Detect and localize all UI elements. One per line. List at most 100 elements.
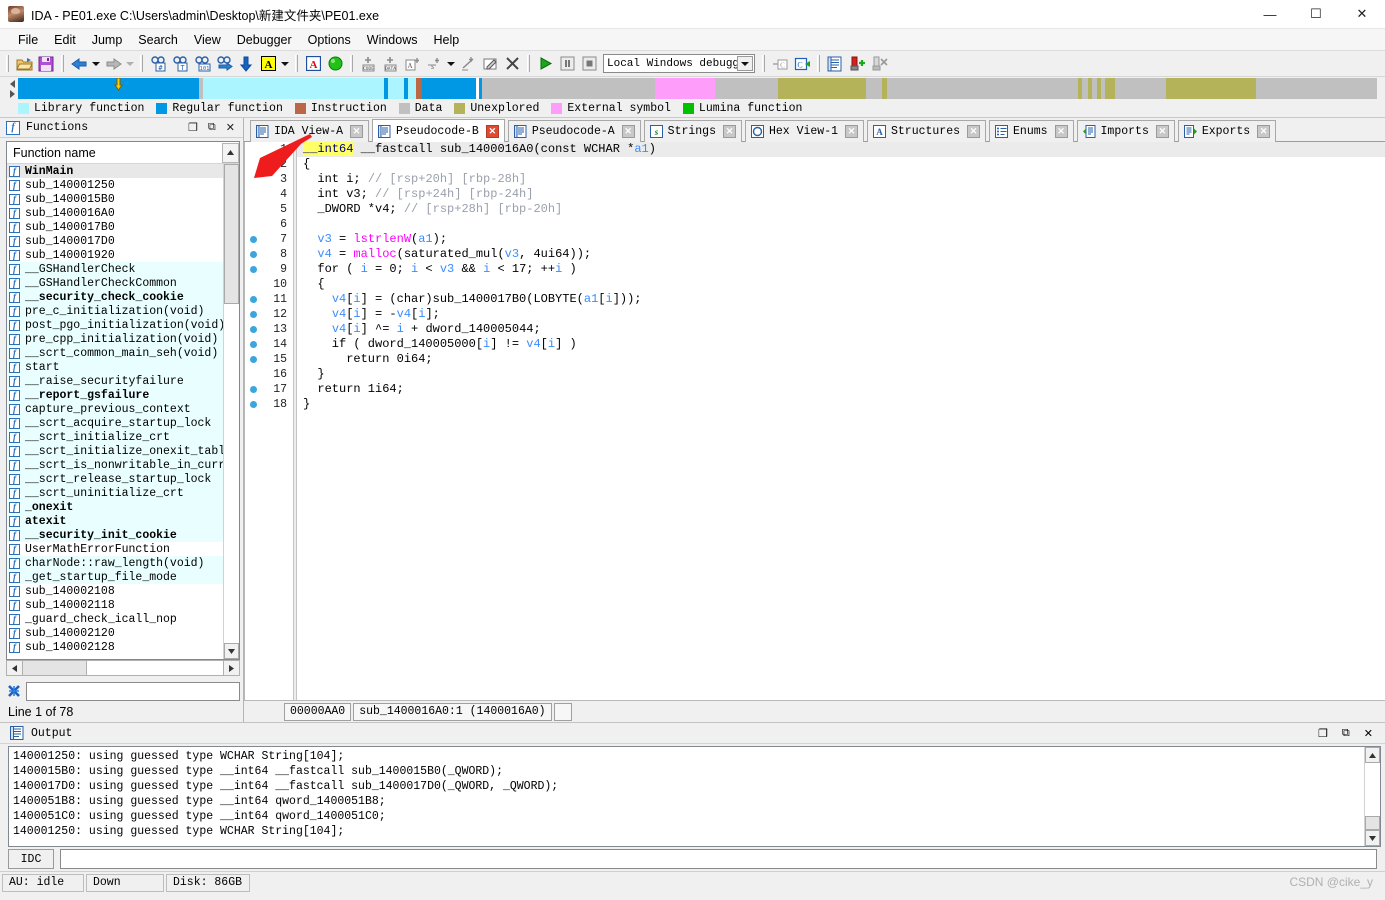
code-line[interactable]: v4 = malloc(saturated_mul(v3, 4ui64)); xyxy=(293,247,1385,262)
breakpoint-dot-icon[interactable] xyxy=(250,386,257,393)
navigator-scroll-left[interactable] xyxy=(6,79,18,99)
output-scroll-thumb[interactable] xyxy=(1365,816,1380,830)
function-list-item[interactable]: f sub_140002120 xyxy=(7,626,223,640)
output-scroll-up-button[interactable] xyxy=(1365,747,1380,763)
function-list-item[interactable]: f atexit xyxy=(7,514,223,528)
tab-structures[interactable]: A Structures ✕ xyxy=(867,120,987,142)
functions-list[interactable]: f WinMain f sub_140001250 f sub_1400015B0f sub… xyxy=(7,164,223,659)
function-list-item[interactable]: f post_pgo_initialization(void) xyxy=(7,318,223,332)
output-restore-button[interactable]: ❐ xyxy=(1318,727,1328,740)
clear-filter-icon[interactable] xyxy=(6,683,22,699)
code-line[interactable]: if ( dword_140005000[i] != v4[i] ) xyxy=(293,337,1385,352)
code-line[interactable]: for ( i = 0; i < v3 && i < 17; ++i ) xyxy=(293,262,1385,277)
forward-arrow-icon[interactable] xyxy=(102,53,124,75)
functions-filter-input[interactable] xyxy=(26,681,240,701)
make-struct-icon[interactable]: s xyxy=(423,53,445,75)
code-line[interactable]: v4[i] = -v4[i]; xyxy=(293,307,1385,322)
function-list-item[interactable]: f __scrt_common_main_seh(void) xyxy=(7,346,223,360)
code-line[interactable]: { xyxy=(293,277,1385,292)
code-line[interactable]: int i; // [rsp+20h] [rbp-28h] xyxy=(293,172,1385,187)
toolbar-grip-7[interactable] xyxy=(762,55,765,72)
menu-debugger[interactable]: Debugger xyxy=(229,31,300,49)
tab-enums[interactable]: Enums ✕ xyxy=(989,120,1074,142)
tab-exports[interactable]: Exports ✕ xyxy=(1177,120,1277,142)
functions-hscroll-right-button[interactable] xyxy=(223,661,239,675)
function-list-item[interactable]: f __scrt_release_startup_lock xyxy=(7,472,223,486)
functions-restore-button[interactable]: ❐ xyxy=(188,121,198,134)
breakpoint-dot-icon[interactable] xyxy=(250,236,257,243)
function-list-item[interactable]: f sub_140002118 xyxy=(7,598,223,612)
code-line[interactable]: } xyxy=(293,397,1385,412)
function-list-item[interactable]: f sub_1400015B0 xyxy=(7,192,223,206)
output-vertical-scrollbar[interactable] xyxy=(1364,747,1380,846)
breakpoint-dot-icon[interactable] xyxy=(250,356,257,363)
breakpoint-dot-icon[interactable] xyxy=(250,251,257,258)
add-breakpoint-icon[interactable] xyxy=(846,53,868,75)
code-line[interactable]: } xyxy=(293,367,1385,382)
menu-jump[interactable]: Jump xyxy=(84,31,131,49)
back-arrow-icon[interactable] xyxy=(68,53,90,75)
delete-breakpoint-icon[interactable] xyxy=(868,53,890,75)
function-list-item[interactable]: f sub_140002128 xyxy=(7,640,223,654)
tab-strings[interactable]: s Strings ✕ xyxy=(643,120,742,142)
tab-close-icon[interactable]: ✕ xyxy=(1257,125,1271,138)
function-list-item[interactable]: f __security_init_cookie xyxy=(7,528,223,542)
tab-pseudocode-a[interactable]: Pseudocode-A ✕ xyxy=(507,120,641,142)
struct-dropdown-icon[interactable] xyxy=(445,53,457,75)
back-dropdown-icon[interactable] xyxy=(90,53,102,75)
toolbar-grip[interactable] xyxy=(6,55,9,72)
functions-vertical-scrollbar[interactable] xyxy=(223,164,239,659)
down-arrow-icon[interactable] xyxy=(235,53,257,75)
function-list-item[interactable]: f __scrt_is_nonwritable_in_current xyxy=(7,458,223,472)
code-line[interactable]: v4[i] ^= i + dword_140005044; xyxy=(293,322,1385,337)
function-list-item[interactable]: f sub_140001250 xyxy=(7,178,223,192)
menu-file[interactable]: File xyxy=(10,31,46,49)
pause-icon[interactable] xyxy=(556,53,578,75)
functions-hscroll-left-button[interactable] xyxy=(7,661,23,675)
functions-scroll-down-button[interactable] xyxy=(224,643,239,659)
make-array-icon[interactable]: A xyxy=(401,53,423,75)
edit-function-icon[interactable] xyxy=(479,53,501,75)
search-binary-icon[interactable]: 101 xyxy=(191,53,213,75)
code-line[interactable]: _DWORD *v4; // [rsp+28h] [rbp-20h] xyxy=(293,202,1385,217)
function-list-item[interactable]: f charNode::raw_length(void) xyxy=(7,556,223,570)
tab-imports[interactable]: Imports ✕ xyxy=(1076,120,1175,142)
output-maximize-button[interactable]: ⧉ xyxy=(1342,727,1350,740)
navigator-band[interactable] xyxy=(18,77,1377,99)
code-content[interactable]: __int64 __fastcall sub_1400016A0(const W… xyxy=(293,142,1385,700)
output-close-button[interactable]: ✕ xyxy=(1364,727,1373,740)
functions-scroll-up-button[interactable] xyxy=(222,142,239,163)
function-list-item[interactable]: f start xyxy=(7,360,223,374)
idc-command-input[interactable] xyxy=(60,849,1377,869)
breakpoint-list-icon[interactable] xyxy=(824,53,846,75)
code-line[interactable]: return 1i64; xyxy=(293,382,1385,397)
menu-options[interactable]: Options xyxy=(300,31,359,49)
undefine-icon[interactable] xyxy=(457,53,479,75)
output-scroll-down-button[interactable] xyxy=(1365,830,1380,846)
tab-close-icon[interactable]: ✕ xyxy=(722,125,736,138)
code-line[interactable]: v4[i] = (char)sub_1400017B0(LOBYTE(a1[i]… xyxy=(293,292,1385,307)
function-list-item[interactable]: f __GSHandlerCheck xyxy=(7,262,223,276)
toolbar-grip-2[interactable] xyxy=(61,55,64,72)
debugger-select[interactable]: Local Windows debugger xyxy=(603,54,755,73)
breakpoint-dot-icon[interactable] xyxy=(250,341,257,348)
search-hash-icon[interactable]: # xyxy=(147,53,169,75)
tab-close-icon[interactable]: ✕ xyxy=(350,125,364,138)
function-list-item[interactable]: f WinMain xyxy=(7,164,223,178)
idc-language-button[interactable]: IDC xyxy=(8,849,54,869)
function-list-item[interactable]: f __report_gsfailure xyxy=(7,388,223,402)
code-line[interactable]: v3 = lstrlenW(a1); xyxy=(293,232,1385,247)
stop-icon[interactable] xyxy=(578,53,600,75)
function-list-item[interactable]: f __scrt_initialize_crt xyxy=(7,430,223,444)
make-data-icon[interactable]: DATA xyxy=(379,53,401,75)
functions-close-button[interactable]: ✕ xyxy=(226,121,235,134)
chevron-down-icon[interactable] xyxy=(737,56,753,71)
search-text-icon[interactable]: T xyxy=(169,53,191,75)
function-list-item[interactable]: f sub_1400017B0 xyxy=(7,220,223,234)
function-list-item[interactable]: f capture_previous_context xyxy=(7,402,223,416)
functions-maximize-button[interactable]: ⧉ xyxy=(208,121,216,134)
function-list-item[interactable]: f __GSHandlerCheckCommon xyxy=(7,276,223,290)
menu-help[interactable]: Help xyxy=(425,31,467,49)
functions-scroll-thumb[interactable] xyxy=(224,164,239,304)
tab-close-icon[interactable]: ✕ xyxy=(1054,125,1068,138)
